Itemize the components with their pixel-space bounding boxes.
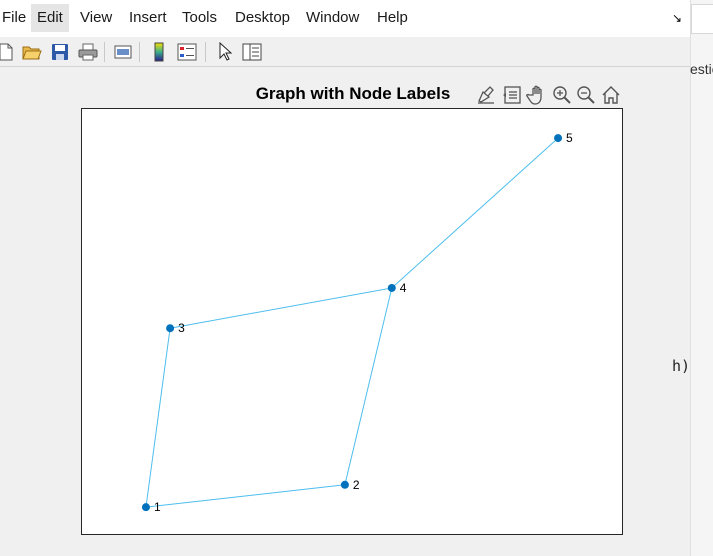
link-plot-icon[interactable]: [111, 40, 135, 64]
graph-edge-2-4: [344, 287, 393, 485]
open-file-icon[interactable]: [20, 40, 44, 64]
save-icon[interactable]: [48, 40, 72, 64]
graph-edge-3-4: [170, 287, 392, 329]
graph-edge-4-5: [391, 137, 559, 289]
editor-header-box: [691, 4, 713, 34]
data-tips-icon[interactable]: [500, 83, 524, 107]
axes-toolbar: [474, 83, 624, 107]
node-label-1: 1: [154, 500, 161, 514]
restore-view-icon[interactable]: [599, 83, 623, 107]
insert-colorbar-icon[interactable]: [147, 40, 171, 64]
edit-plot-icon[interactable]: [213, 40, 237, 64]
toolbar-divider: [0, 66, 690, 67]
node-label-3: 3: [178, 321, 185, 335]
menu-view[interactable]: View: [78, 9, 114, 26]
zoom-in-icon[interactable]: [550, 83, 574, 107]
node-label-5: 5: [566, 131, 573, 145]
zoom-out-icon[interactable]: [574, 83, 598, 107]
graph-edge-1-3: [145, 328, 171, 508]
figure-window: File Edit View Insert Tools Desktop Wind…: [0, 0, 690, 556]
brush-icon[interactable]: [474, 83, 498, 107]
graph-node-1: [141, 503, 150, 512]
menu-file[interactable]: File: [0, 9, 28, 26]
node-label-4: 4: [400, 281, 407, 295]
toolbar-separator: [104, 42, 105, 62]
insert-legend-icon[interactable]: [175, 40, 199, 64]
figure-toolbar: [0, 37, 690, 67]
property-inspector-icon[interactable]: [240, 40, 264, 64]
dock-arrow-icon[interactable]: ↘: [672, 11, 682, 25]
background-text-fragment: estio: [690, 61, 713, 77]
plot-title: Graph with Node Labels: [255, 84, 451, 103]
menu-desktop[interactable]: Desktop: [233, 9, 292, 26]
pan-hand-icon[interactable]: [525, 83, 549, 107]
background-code-fragment: h),: [672, 357, 690, 375]
node-label-2: 2: [353, 478, 360, 492]
menu-help[interactable]: Help: [375, 9, 410, 26]
menu-tools[interactable]: Tools: [180, 9, 219, 26]
editor-background: [690, 0, 713, 556]
graph-node-5: [554, 134, 563, 143]
axes[interactable]: 1 2 3 4 5: [81, 108, 623, 535]
graph-node-2: [340, 480, 349, 489]
graph-plot: 1 2 3 4 5: [141, 131, 573, 514]
menu-insert[interactable]: Insert: [127, 9, 169, 26]
menu-edit[interactable]: Edit: [31, 4, 69, 32]
menu-bar: File Edit View Insert Tools Desktop Wind…: [0, 0, 690, 38]
new-figure-icon[interactable]: [0, 40, 18, 64]
toolbar-separator: [139, 42, 140, 62]
menu-window[interactable]: Window: [304, 9, 361, 26]
toolbar-separator: [205, 42, 206, 62]
print-icon[interactable]: [76, 40, 100, 64]
graph-edge-1-2: [145, 484, 345, 508]
graph-node-3: [166, 324, 175, 333]
graph-node-4: [387, 283, 396, 292]
